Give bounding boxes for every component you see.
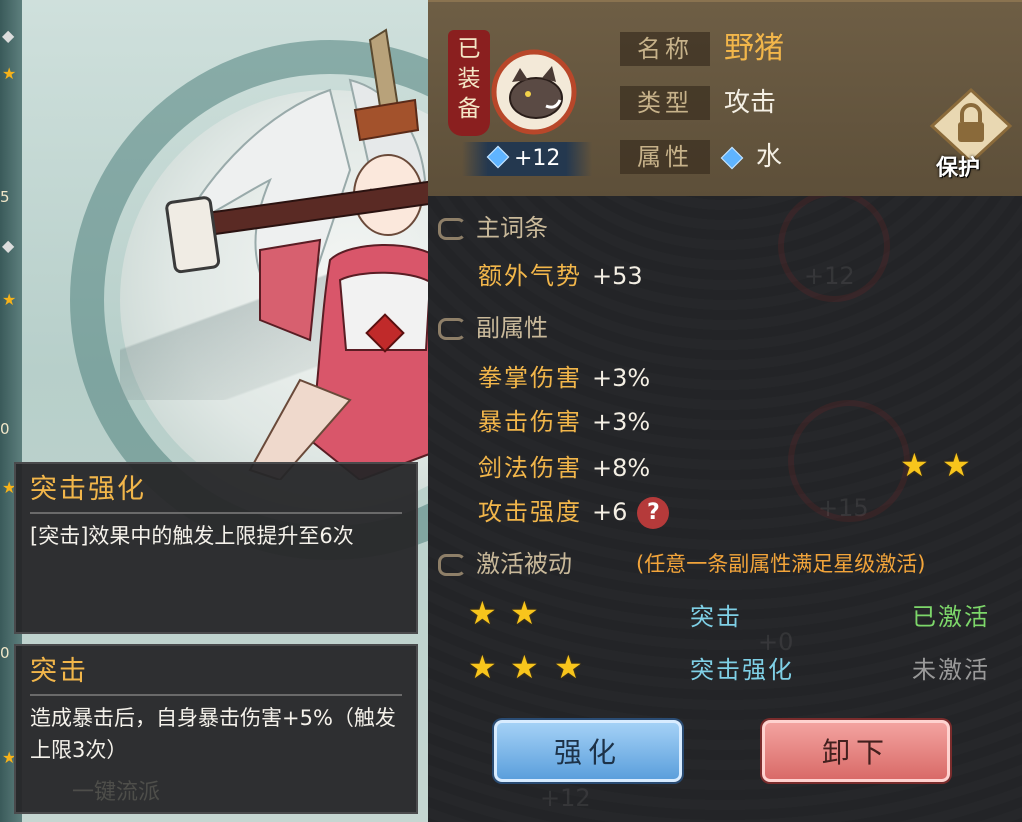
strip-star-icon: ★ [2,64,17,83]
attr-label: 名称 [620,32,710,66]
equipment-element: 水 [720,140,783,174]
protect-label: 保护 [936,156,981,181]
stat-value: +8% [592,454,651,482]
sub-attributes-header: 副属性 [438,308,548,343]
attr-type-row: 类型 攻击 [620,86,776,122]
enhance-level: +12 [462,142,592,176]
section-title: 副属性 [476,314,548,342]
divider [30,694,402,696]
passive-status: 未激活 [912,656,990,684]
strip-diamond-icon: ◆ [2,236,15,255]
strip-number: 0 [0,644,10,662]
star-icon: ★ [468,594,497,632]
equipment-header: 已装备 +12 名称 野猪 类型 攻击 属性水 保护 [428,0,1022,196]
stat-name: 攻击强度 [478,498,582,526]
skill-description: 造成暴击后，自身暴击伤害+5%（触发上限3次） [30,706,396,762]
strip-diamond-icon: ◆ [2,26,15,45]
passives-hint: (任意一条副属性满足星级激活) [636,552,926,576]
stat-value: +3% [592,364,651,392]
swirl-icon [438,318,466,340]
ghost-level-text: +15 [818,494,869,522]
star-icon: ★ [942,446,971,484]
swirl-icon [438,554,466,576]
stat-value: +53 [592,262,643,290]
skill-description: [突击]效果中的触发上限提升至6次 [30,524,354,548]
stat-name: 剑法伤害 [478,454,582,482]
strip-star-icon: ★ [2,290,17,309]
skill-title: 突击强化 [30,474,146,505]
question-icon[interactable]: ? [637,497,670,529]
unequip-button[interactable]: 卸下 [762,720,950,782]
divider [30,512,402,514]
strip-number: 5 [0,188,10,206]
protect-button[interactable]: 保护 [928,86,1014,186]
attr-element-row: 属性 水 [620,140,782,176]
stat-name: 暴击伤害 [478,408,582,436]
watermark-text: 一键流派 [72,780,161,805]
boar-icon[interactable] [476,46,588,142]
skill-title: 突击 [30,656,88,687]
star-icon: ★ [510,594,539,632]
passive-name: 突击 [690,603,742,631]
ghost-level-text: +12 [540,784,591,812]
equipment-type: 攻击 [724,88,777,118]
enhance-button[interactable]: 强化 [494,720,682,782]
ghost-level-text: +12 [804,262,855,290]
enhance-level-value: +12 [514,146,561,171]
equipment-name: 野猪 [724,31,784,66]
star-icon: ★ [554,648,583,686]
passives-header: 激活被动 [438,544,572,579]
diamond-icon [486,145,510,169]
main-attribute-header: 主词条 [438,208,548,243]
character-illustration [165,28,428,480]
strip-number: 0 [0,420,10,438]
stat-name: 拳掌伤害 [478,364,582,392]
sub-attribute-line: 暴击伤害 +3% [478,402,650,437]
skill-card: 突击强化 [突击]效果中的触发上限提升至6次 [14,462,418,634]
stat-name: 额外气势 [478,262,582,290]
star-icon: ★ [468,648,497,686]
equipment-detail-panel: +12 +15 +12 +0 已装备 +12 名称 野猪 类型 攻击 属性水 保… [428,0,1022,822]
main-attribute-line: 额外气势 +53 [478,256,643,291]
character-art-area: ◆ ★ 5 ◆ ★ 0 ★ 0 ★ 突击强化 [突击]效果中的触发上限提升至6次 [0,0,428,822]
section-title: 激活被动 [476,550,572,578]
passive-status: 已激活 [912,603,990,631]
diamond-icon [720,146,744,169]
star-icon: ★ [510,648,539,686]
attr-label: 类型 [620,86,710,120]
element-text: 水 [756,142,783,172]
attr-label: 属性 [620,140,710,174]
sub-attribute-line: 攻击强度 +6? [478,492,670,529]
stat-value: +3% [592,408,651,436]
sub-attribute-line: 拳掌伤害 +3% [478,358,650,393]
attr-name-row: 名称 野猪 [620,32,784,68]
stat-value: +6 [592,498,628,526]
swirl-icon [438,218,466,240]
star-icon: ★ [900,446,929,484]
passive-name: 突击强化 [690,656,794,684]
sub-attribute-line: 剑法伤害 +8% [478,448,650,483]
section-title: 主词条 [476,214,548,242]
